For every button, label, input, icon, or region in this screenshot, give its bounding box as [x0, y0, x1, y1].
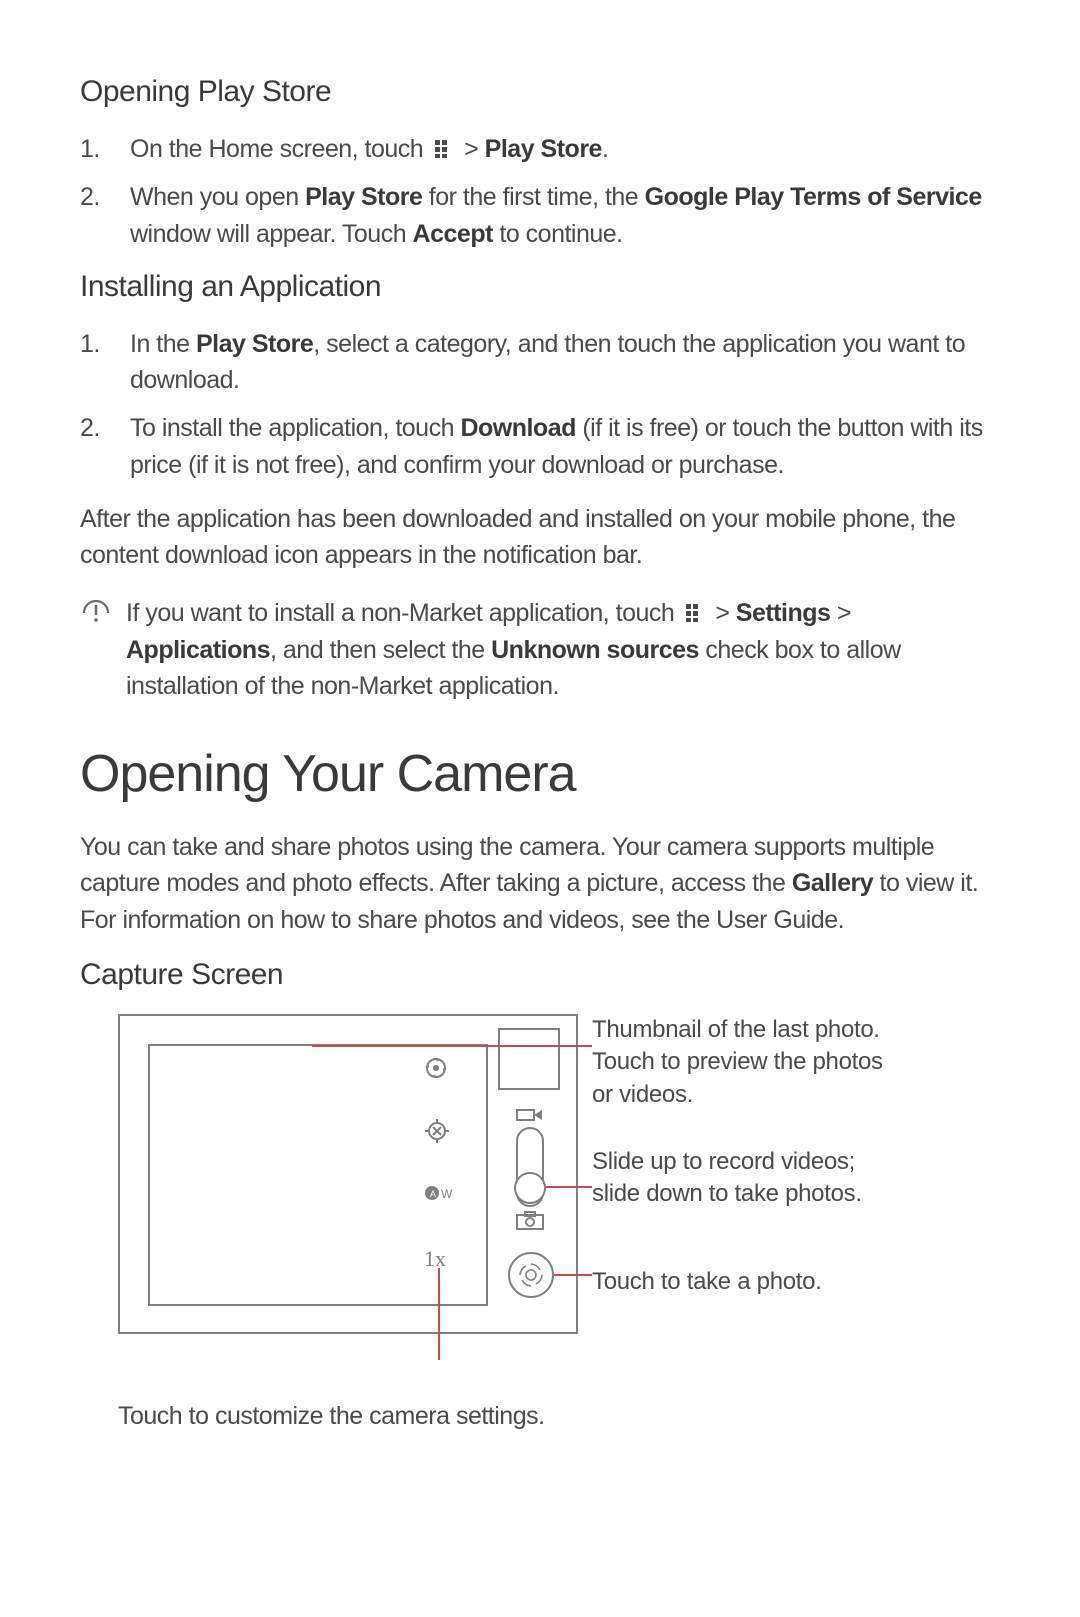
bold-text: Applications [126, 636, 270, 664]
callout-line [554, 1274, 592, 1276]
setting-zoom-label: 1x [424, 1246, 446, 1272]
text: . [602, 135, 608, 163]
list-item: 1. In the Play Store, select a category,… [80, 326, 1000, 399]
callout-settings: Touch to customize the camera settings. [118, 1402, 1000, 1431]
text: If you want to install a non-Market appl… [126, 599, 681, 627]
callout-line [546, 1186, 592, 1188]
callout-thumbnail: Thumbnail of the last photo. Touch to pr… [592, 1014, 902, 1111]
list-item: 2. To install the application, touch Dow… [80, 410, 1000, 483]
paragraph-after-install: After the application has been downloade… [80, 501, 1000, 574]
list-installing-application: 1. In the Play Store, select a category,… [80, 326, 1000, 483]
bold-text: Play Store [305, 183, 422, 211]
list-number: 2. [80, 410, 130, 483]
list-content: On the Home screen, touch > Play Store. [130, 131, 1000, 167]
list-number: 2. [80, 179, 130, 252]
list-item: 2. When you open Play Store for the firs… [80, 179, 1000, 252]
text: for the first time, the [422, 183, 644, 211]
heading-installing-application: Installing an Application [80, 270, 1000, 304]
list-content: To install the application, touch Downlo… [130, 410, 1000, 483]
text: > [715, 599, 736, 627]
shutter-button [508, 1252, 554, 1298]
thumbnail-preview [498, 1028, 560, 1090]
bold-text: Unknown sources [491, 636, 699, 664]
text: When you open [130, 183, 305, 211]
bold-text: Settings [736, 599, 831, 627]
setting-gps-icon [424, 1118, 450, 1144]
apps-grid-icon [685, 603, 705, 623]
setting-whitebalance-icon: AW [424, 1182, 454, 1204]
list-number: 1. [80, 131, 130, 167]
text: , and then select the [270, 636, 491, 664]
heading-capture-screen: Capture Screen [80, 958, 1000, 992]
list-item: 1. On the Home screen, touch > Play Stor… [80, 131, 1000, 167]
bold-text: Gallery [792, 869, 873, 897]
bold-text: Play Store [196, 330, 313, 358]
apps-grid-icon [434, 139, 454, 159]
text: > [830, 599, 851, 627]
list-content: In the Play Store, select a category, an… [130, 326, 1000, 399]
text: On the Home screen, touch [130, 135, 430, 163]
bold-text: Play Store [485, 135, 602, 163]
video-mode-icon [516, 1107, 544, 1123]
callout-line [438, 1268, 440, 1360]
alert-icon [80, 595, 126, 704]
callout-shutter: Touch to take a photo. [592, 1266, 902, 1298]
mode-slider-knob [514, 1172, 546, 1204]
callout-slider: Slide up to record videos; slide down to… [592, 1146, 902, 1211]
svg-text:A: A [430, 1189, 436, 1199]
callout-line [312, 1045, 592, 1047]
setting-eye-icon [424, 1056, 448, 1080]
camera-diagram: AW 1x Thumbnail of the last photo. Touch… [80, 1014, 960, 1394]
bold-text: Accept [413, 220, 493, 248]
list-content: When you open Play Store for the first t… [130, 179, 1000, 252]
heading-opening-play-store: Opening Play Store [80, 75, 1000, 109]
svg-text:W: W [441, 1187, 453, 1201]
bold-text: Google Play Terms of Service [645, 183, 982, 211]
text: > [464, 135, 485, 163]
note-block: If you want to install a non-Market appl… [80, 595, 1000, 704]
paragraph-camera-intro: You can take and share photos using the … [80, 829, 1000, 938]
text: to continue. [493, 220, 623, 248]
note-text: If you want to install a non-Market appl… [126, 595, 1000, 704]
text: In the [130, 330, 196, 358]
list-opening-play-store: 1. On the Home screen, touch > Play Stor… [80, 131, 1000, 252]
heading-opening-camera: Opening Your Camera [80, 744, 1000, 804]
text: To install the application, touch [130, 414, 460, 442]
photo-mode-icon [515, 1210, 545, 1230]
text: window will appear. Touch [130, 220, 413, 248]
bold-text: Download [460, 414, 575, 442]
list-number: 1. [80, 326, 130, 399]
